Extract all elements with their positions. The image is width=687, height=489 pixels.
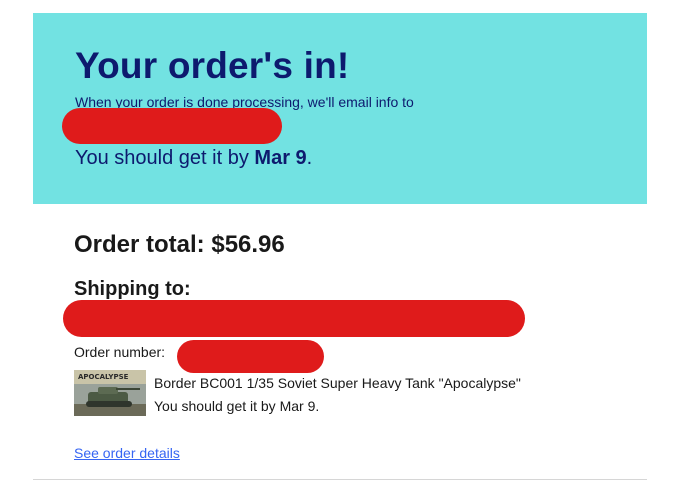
- redacted-email: [62, 108, 282, 144]
- item-title[interactable]: Border BC001 1/35 Soviet Super Heavy Tan…: [154, 375, 521, 391]
- redacted-order-number: [177, 340, 324, 373]
- item-thumbnail[interactable]: APOCALYPSE: [74, 370, 146, 416]
- order-number-label: Order number:: [74, 344, 166, 360]
- see-order-details-link[interactable]: See order details: [74, 445, 180, 461]
- delivery-estimate-prefix: You should get it by: [75, 147, 249, 169]
- redacted-shipping-address: [63, 300, 525, 337]
- delivery-date: Mar 9: [254, 147, 307, 169]
- order-number: Order number:: [74, 344, 165, 360]
- delivery-estimate: You should get it by Mar 9.: [75, 147, 312, 170]
- shipping-heading: Shipping to:: [74, 278, 191, 300]
- thumb-box-title: APOCALYPSE: [78, 373, 129, 381]
- tank-kit-image: APOCALYPSE: [74, 370, 146, 416]
- page-title: Your order's in!: [75, 45, 350, 86]
- item-delivery-estimate: You should get it by Mar 9.: [154, 398, 320, 414]
- order-total: Order total: $56.96: [74, 231, 285, 258]
- divider: [33, 479, 647, 480]
- delivery-estimate-suffix: .: [306, 147, 313, 169]
